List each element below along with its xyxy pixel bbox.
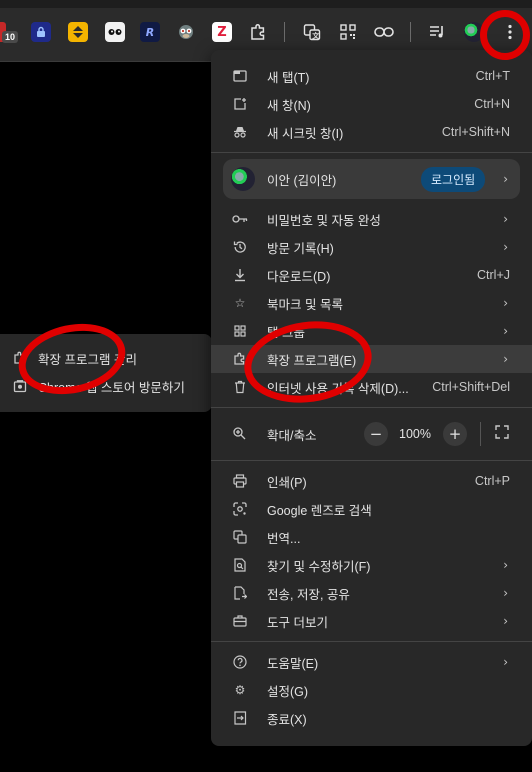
lens-icon [232, 501, 248, 517]
menu-item-downloads[interactable]: 다운로드(D) Ctrl+J [211, 261, 532, 289]
chevron-right-icon: › [503, 240, 508, 254]
chevron-right-icon: › [503, 558, 508, 572]
menu-item-passwords[interactable]: 비밀번호 및 자동 완성 › [211, 205, 532, 233]
menu-item-new-incognito[interactable]: 새 시크릿 창(I) Ctrl+Shift+N [211, 118, 532, 146]
chevron-right-icon: › [503, 324, 508, 338]
chrome-main-menu: 새 탭(T) Ctrl+T 새 창(N) Ctrl+N 새 시크릿 창(I) C… [211, 50, 532, 746]
menu-item-google-lens[interactable]: Google 렌즈로 검색 [211, 495, 532, 523]
fullscreen-icon[interactable] [495, 425, 509, 443]
zoom-icon [232, 426, 246, 443]
menu-item-new-tab[interactable]: 새 탭(T) Ctrl+T [211, 62, 532, 90]
zoom-divider [480, 422, 481, 446]
help-icon [232, 654, 248, 670]
incognito-icon [232, 124, 248, 140]
extension-badge: 10 [2, 31, 19, 43]
menu-item-exit[interactable]: 종료(X) [211, 704, 532, 732]
zoom-label: 확대/축소 [267, 428, 317, 443]
menu-item-translate[interactable]: 번역... [211, 523, 532, 551]
chevron-right-icon: › [503, 172, 508, 186]
menu-divider [211, 152, 532, 153]
menu-item-history[interactable]: 방문 기록(H) › [211, 233, 532, 261]
zoom-row: 확대/축소 − 100% + [211, 414, 532, 454]
zoom-out-button[interactable]: − [364, 422, 388, 446]
menu-item-send-save-share[interactable]: 전송, 저장, 공유 › [211, 579, 532, 607]
share-icon [232, 585, 248, 601]
exit-icon [232, 710, 248, 726]
menu-item-bookmarks[interactable]: ☆ 북마크 및 목록 › [211, 289, 532, 317]
profile-name: 이안 (김이안) [267, 173, 337, 188]
menu-item-settings[interactable]: ⚙ 설정(G) [211, 676, 532, 704]
translate-icon[interactable]: 文 [302, 22, 322, 42]
menu-divider [211, 407, 532, 408]
translate-icon [232, 529, 248, 545]
settings-icon: ⚙ [234, 683, 246, 697]
updown-icon[interactable] [68, 22, 88, 42]
download-icon [232, 267, 248, 283]
key-icon [232, 211, 248, 227]
annotation-circle-more-menu [480, 10, 530, 60]
tab-groups-icon [232, 323, 248, 339]
menu-item-more-tools[interactable]: 도구 더보기 › [211, 607, 532, 635]
toolbox-icon [232, 613, 248, 629]
playlist-icon[interactable] [428, 22, 448, 42]
menu-item-find-edit[interactable]: 찾기 및 수정하기(F) › [211, 551, 532, 579]
find-icon [232, 557, 248, 573]
chevron-right-icon: › [503, 212, 508, 226]
chevron-right-icon: › [503, 614, 508, 628]
toolbar-separator [410, 22, 411, 42]
zoom-in-button[interactable]: + [443, 422, 467, 446]
new-tab-icon [232, 68, 248, 84]
menu-item-help[interactable]: 도움말(E) › [211, 648, 532, 676]
lock-icon[interactable] [31, 22, 51, 42]
menu-item-print[interactable]: 인쇄(P) Ctrl+P [211, 467, 532, 495]
profile-row[interactable]: 이안 (김이안) 로그인됨 › [223, 159, 520, 199]
chevron-right-icon: › [503, 296, 508, 310]
chevron-right-icon: › [503, 655, 508, 669]
menu-divider [211, 641, 532, 642]
z-icon[interactable]: Z [212, 22, 232, 42]
print-icon [232, 473, 248, 489]
toolbar-separator [284, 22, 285, 42]
r-logo-icon[interactable]: R [140, 22, 160, 42]
qr-icon[interactable] [338, 22, 358, 42]
menu-divider [211, 460, 532, 461]
menu-item-new-window[interactable]: 새 창(N) Ctrl+N [211, 90, 532, 118]
svg-text:文: 文 [312, 31, 320, 40]
zoom-value: 100% [399, 427, 431, 441]
eyes-icon[interactable] [105, 22, 125, 42]
chevron-right-icon: › [503, 352, 508, 366]
new-window-icon [232, 96, 248, 112]
history-icon [232, 239, 248, 255]
trash-icon [232, 379, 248, 395]
monkey-icon[interactable] [176, 22, 196, 42]
link-icon[interactable] [374, 22, 394, 42]
puzzle-icon[interactable] [248, 22, 268, 42]
signed-in-badge: 로그인됨 [421, 166, 486, 192]
star-icon: ☆ [234, 296, 246, 310]
chevron-right-icon: › [503, 586, 508, 600]
avatar [231, 167, 255, 191]
tab-strip [0, 0, 532, 8]
